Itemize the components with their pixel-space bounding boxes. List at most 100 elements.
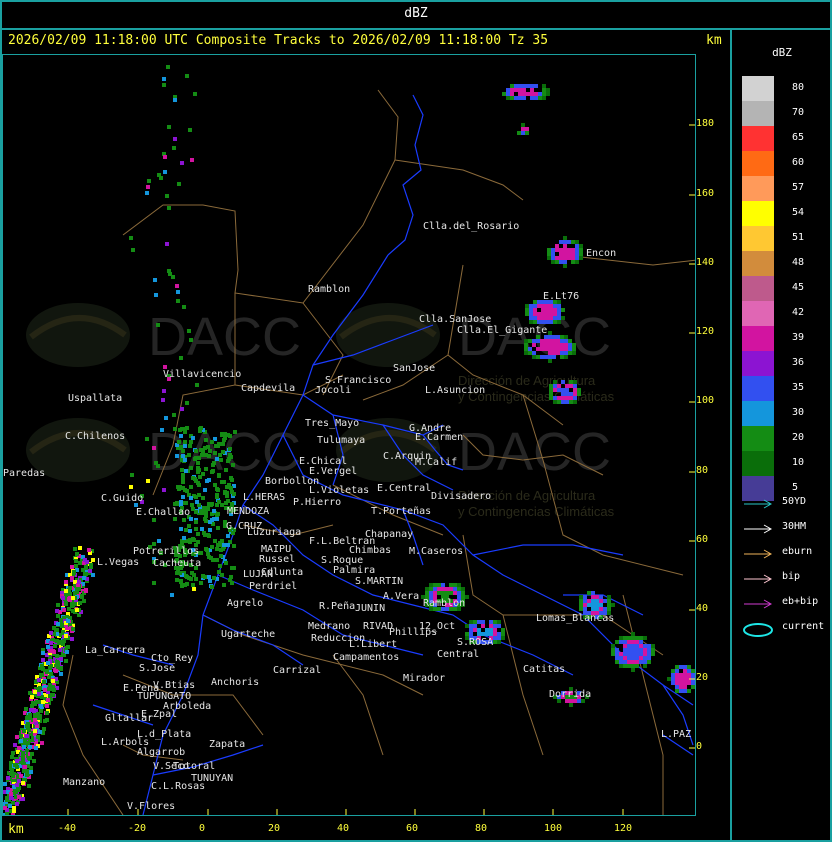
echo-cell: [197, 456, 201, 460]
storm-cell-gigante: [536, 347, 540, 351]
scale-swatch: [742, 351, 774, 376]
echo-cell: [152, 581, 156, 585]
storm-cell-lomas: [591, 599, 595, 603]
place-label: Campamentos: [333, 652, 400, 663]
storm-cell-encon: [551, 260, 555, 264]
storm-cell-catitas: [631, 652, 635, 656]
echo-cell: [10, 755, 14, 759]
storm-cell-north: [542, 96, 546, 100]
storm-cell-catitas: [615, 640, 619, 644]
storm-cell-ramblon: [437, 591, 441, 595]
storm-cell-encon: [555, 260, 559, 264]
storm-cell-eltt6: [553, 316, 557, 320]
storm-cell-north: [514, 96, 518, 100]
echo-cell: [203, 517, 207, 521]
scale-swatch: [742, 201, 774, 226]
radar-map[interactable]: DACC DACC Dirección de Agricultura y Con…: [2, 54, 696, 816]
storm-cell-ramblon: [465, 595, 469, 599]
echo-cell: [229, 476, 233, 480]
echo-cell: [222, 480, 226, 484]
track-label: 50YD: [782, 496, 807, 507]
storm-cell-gigante: [544, 339, 548, 343]
storm-cell-eltt6: [541, 308, 545, 312]
storm-cell-encon: [559, 260, 563, 264]
echo-cell: [71, 627, 75, 631]
storm-cell-ramblon: [433, 587, 437, 591]
storm-cell-lomas: [591, 595, 595, 599]
echo-cell: [84, 589, 88, 593]
storm-cell-gigante: [548, 347, 552, 351]
storm-cell-north: [514, 88, 518, 92]
scale-swatch: [742, 76, 774, 101]
echo-cell: [216, 512, 220, 516]
storm-cell-catitas: [651, 644, 655, 648]
storm-cell-far-east: [687, 689, 691, 693]
place-label: E.Carmen: [415, 432, 464, 443]
place-label: Encon: [586, 248, 617, 259]
echo-cell: [73, 547, 77, 551]
echo-cell: [165, 194, 169, 198]
echo-cell: [190, 571, 194, 575]
storm-cell-catitas: [631, 632, 635, 636]
storm-cell-eltt6: [545, 312, 549, 316]
place-label: Medrano: [308, 621, 351, 632]
storm-cell-catitas: [627, 644, 631, 648]
echo-cell: [46, 661, 50, 665]
storm-cell-catitas: [611, 652, 615, 656]
echo-cell: [215, 503, 219, 507]
echo-cell: [41, 700, 45, 704]
echo-cell: [72, 570, 76, 574]
x-tick-label: -20: [128, 823, 147, 834]
storm-cell-ramblon: [449, 587, 453, 591]
storm-cell-east: [569, 396, 573, 400]
storm-cell-east: [569, 400, 573, 404]
storm-cell-junin: [485, 628, 489, 632]
storm-cell-ramblon: [461, 587, 465, 591]
echo-cell: [197, 483, 201, 487]
storm-cell-east: [565, 400, 569, 404]
echo-cell: [163, 155, 167, 159]
echo-cell: [59, 657, 63, 661]
echo-cell: [196, 461, 200, 465]
storm-cell-north: [510, 96, 514, 100]
storm-cell-gigante: [548, 339, 552, 343]
storm-cell-encon: [555, 256, 559, 260]
place-label: Totoral: [173, 761, 216, 772]
place-label: Cacheuta: [153, 558, 202, 569]
echo-cell: [185, 74, 189, 78]
storm-cell-north: [534, 96, 538, 100]
storm-cell-encon: [563, 260, 567, 264]
echo-cell: [19, 739, 23, 743]
echo-cell: [177, 440, 181, 444]
storm-cell-gigante: [548, 335, 552, 339]
echo-cell: [129, 485, 133, 489]
storm-cell-catitas: [631, 648, 635, 652]
echo-cell: [184, 469, 188, 473]
storm-cell-eltt6: [541, 316, 545, 320]
storm-cell-east: [553, 400, 557, 404]
echo-cell: [215, 517, 219, 521]
track-label: current: [782, 621, 825, 632]
storm-cell-encon: [575, 244, 579, 248]
echo-cell: [185, 426, 189, 430]
storm-cell-catitas: [615, 656, 619, 660]
echo-cell: [226, 534, 230, 538]
echo-cell: [167, 125, 171, 129]
storm-cell-gigante: [552, 335, 556, 339]
echo-cell: [183, 440, 187, 444]
scale-row-57: 57: [742, 176, 830, 201]
storm-cell-north: [506, 96, 510, 100]
storm-cell-gigante: [524, 343, 528, 347]
echo-cell: [5, 812, 9, 815]
place-label: Cdlunta: [261, 567, 304, 578]
echo-cell: [233, 430, 237, 434]
storm-cell-junin: [493, 632, 497, 636]
echo-cell: [226, 543, 230, 547]
echo-cell: [42, 727, 46, 731]
storm-cell-far-east: [675, 681, 679, 685]
echo-cell: [175, 284, 179, 288]
place-label: L.Libert: [349, 639, 398, 650]
place-label: Divisadero: [431, 491, 492, 502]
echo-cell: [55, 660, 59, 664]
echo-cell: [177, 182, 181, 186]
